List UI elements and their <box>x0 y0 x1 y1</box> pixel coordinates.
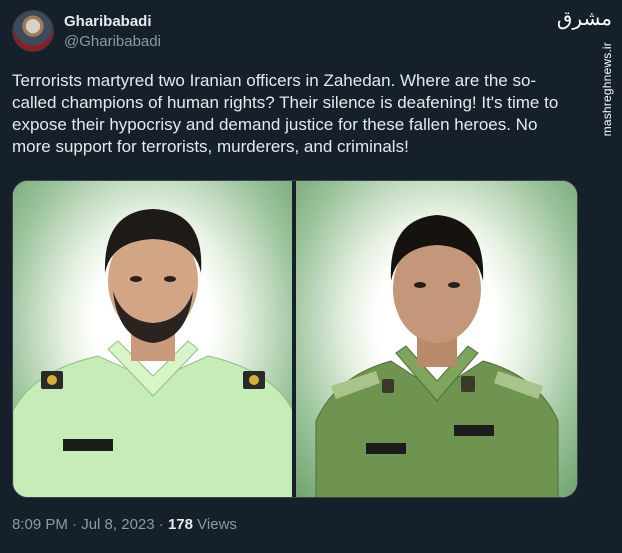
photo-officer-right[interactable] <box>296 181 577 497</box>
watermark: مشرق mashreghnews.ir <box>557 0 622 140</box>
tweet-date[interactable]: Jul 8, 2023 <box>81 516 154 533</box>
watermark-site: mashreghnews.ir <box>600 42 614 137</box>
tweet-text: Terrorists martyred two Iranian officers… <box>12 71 559 156</box>
watermark-logo: مشرق <box>556 6 612 30</box>
views-label: Views <box>197 516 237 533</box>
avatar[interactable] <box>12 10 54 52</box>
tweet-time[interactable]: 8:09 PM <box>12 516 68 533</box>
tweet-media[interactable] <box>12 180 578 498</box>
author-names: Gharibabadi @Gharibabadi <box>64 12 161 51</box>
meta-separator-2: · <box>158 516 164 533</box>
author-display-name[interactable]: Gharibabadi <box>64 12 161 31</box>
tweet-header: Gharibabadi @Gharibabadi <box>12 10 161 52</box>
views-count: 178 <box>167 516 193 533</box>
meta-separator: · <box>72 516 78 533</box>
officer-left-illustration <box>13 209 293 497</box>
photo-officer-left[interactable] <box>13 181 293 497</box>
tweet-meta: 8:09 PM · Jul 8, 2023 · 178 Views <box>12 515 237 535</box>
officer-right-illustration <box>315 215 559 497</box>
author-handle[interactable]: @Gharibabadi <box>64 32 161 51</box>
tweet-card: Gharibabadi @Gharibabadi مشرق mashreghne… <box>0 0 622 553</box>
